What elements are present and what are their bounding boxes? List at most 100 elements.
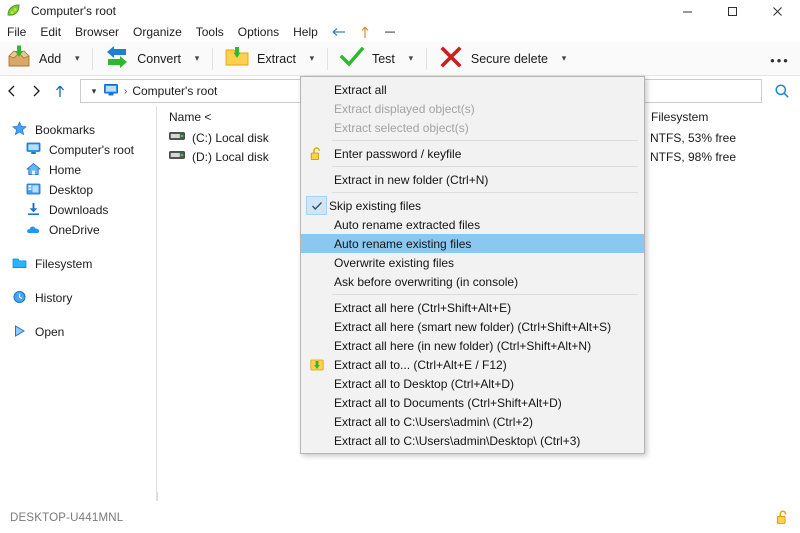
play-triangle-icon xyxy=(12,324,27,341)
file-filesystem-cell: NTFS, 53% free xyxy=(642,131,792,145)
menu-item-extract-all-to-users-admin[interactable]: Extract all to C:\Users\admin\ (Ctrl+2) xyxy=(301,412,644,431)
sidebar-item-home[interactable]: Home xyxy=(0,160,156,180)
menu-item-extract-all-here-smart-new-folder[interactable]: Extract all here (smart new folder) (Ctr… xyxy=(301,317,644,336)
add-button-label: Add xyxy=(39,52,61,66)
sidebar-label: History xyxy=(35,291,72,305)
menu-item-auto-rename-extracted-files[interactable]: Auto rename extracted files xyxy=(301,215,644,234)
search-icon[interactable] xyxy=(768,79,796,103)
menu-separator xyxy=(332,140,638,141)
history-clock-icon xyxy=(12,290,27,307)
cloud-icon xyxy=(26,222,41,239)
test-chevron-down-icon[interactable]: ▾ xyxy=(401,44,421,74)
address-chevron-down-icon[interactable]: ▾ xyxy=(85,86,103,97)
sidebar-item-bookmarks[interactable]: Bookmarks xyxy=(0,120,156,140)
menu-item-extract-in-new-folder[interactable]: Extract in new folder (Ctrl+N) xyxy=(301,170,644,189)
menu-item-overwrite-existing-files[interactable]: Overwrite existing files xyxy=(301,253,644,272)
menu-item-skip-existing-files[interactable]: Skip existing files xyxy=(301,196,644,215)
menubar-up-arrow-icon[interactable] xyxy=(353,22,377,42)
menubar-back-arrow-icon[interactable] xyxy=(325,22,353,42)
sidebar-item-open[interactable]: Open xyxy=(0,322,156,342)
add-box-icon xyxy=(6,45,32,72)
toolbar-separator xyxy=(212,48,213,70)
menu-item-icon-slot xyxy=(301,272,332,291)
menu-item-icon-slot xyxy=(301,431,332,450)
sidebar-label: Open xyxy=(35,325,64,339)
menu-item-extract-all-to-documents[interactable]: Extract all to Documents (Ctrl+Shift+Alt… xyxy=(301,393,644,412)
menu-item-label: Extract all xyxy=(332,83,387,97)
drive-icon xyxy=(169,130,185,145)
menu-help[interactable]: Help xyxy=(286,22,325,42)
column-header-filesystem[interactable]: Filesystem xyxy=(642,106,792,128)
menu-browser[interactable]: Browser xyxy=(68,22,126,42)
menu-item-label: Ask before overwriting (in console) xyxy=(332,275,518,289)
menu-item-icon-slot xyxy=(301,298,332,317)
sidebar-item-history[interactable]: History xyxy=(0,288,156,308)
menu-item-label: Extract all here (Ctrl+Shift+Alt+E) xyxy=(332,301,511,315)
menu-item-extract-all[interactable]: Extract all xyxy=(301,80,644,99)
menu-edit[interactable]: Edit xyxy=(33,22,68,42)
menu-item-label: Overwrite existing files xyxy=(332,256,454,270)
menu-item-extract-all-here[interactable]: Extract all here (Ctrl+Shift+Alt+E) xyxy=(301,298,644,317)
convert-chevron-down-icon[interactable]: ▾ xyxy=(187,44,207,74)
file-name-label: (D:) Local disk xyxy=(192,150,269,164)
menubar-minus-icon[interactable] xyxy=(377,22,403,42)
add-chevron-down-icon[interactable]: ▾ xyxy=(67,44,87,74)
checkmark-icon xyxy=(339,45,365,72)
toolbar-overflow-button[interactable]: ••• xyxy=(768,52,792,68)
menu-item-icon-slot xyxy=(301,317,332,336)
menu-item-icon-slot xyxy=(301,118,332,137)
menu-tools[interactable]: Tools xyxy=(189,22,231,42)
menu-item-label: Extract in new folder (Ctrl+N) xyxy=(332,173,488,187)
sidebar-item-onedrive[interactable]: OneDrive xyxy=(0,220,156,240)
minimize-button[interactable] xyxy=(665,0,710,22)
menu-item-extract-all-here-in-new-folder[interactable]: Extract all here (in new folder) (Ctrl+S… xyxy=(301,336,644,355)
menu-item-ask-before-overwriting[interactable]: Ask before overwriting (in console) xyxy=(301,272,644,291)
extract-button-label: Extract xyxy=(257,52,296,66)
menu-item-icon-slot xyxy=(301,80,332,99)
computer-icon xyxy=(103,83,119,100)
menu-options[interactable]: Options xyxy=(231,22,286,42)
convert-button[interactable]: Convert xyxy=(98,44,187,74)
status-bar: DESKTOP-U441MNL xyxy=(0,501,800,533)
back-chevron-icon[interactable] xyxy=(0,79,24,103)
sidebar-label: Desktop xyxy=(49,183,93,197)
menu-item-extract-all-to[interactable]: Extract all to... (Ctrl+Alt+E / F12) xyxy=(301,355,644,374)
add-button[interactable]: Add xyxy=(0,44,67,74)
extract-chevron-down-icon[interactable]: ▾ xyxy=(302,44,322,74)
menu-item-extract-all-to-users-admin-desktop[interactable]: Extract all to C:\Users\admin\Desktop\ (… xyxy=(301,431,644,450)
menu-item-label: Skip existing files xyxy=(327,199,421,213)
menu-bar: File Edit Browser Organize Tools Options… xyxy=(0,22,800,42)
menu-item-label: Extract all to Documents (Ctrl+Shift+Alt… xyxy=(332,396,562,410)
menu-file[interactable]: File xyxy=(0,22,33,42)
extract-button[interactable]: Extract xyxy=(218,44,302,74)
computer-icon xyxy=(26,142,41,159)
toolbar-separator xyxy=(327,48,328,70)
sidebar-item-filesystem[interactable]: Filesystem xyxy=(0,254,156,274)
menu-item-extract-all-to-desktop[interactable]: Extract all to Desktop (Ctrl+Alt+D) xyxy=(301,374,644,393)
menu-item-auto-rename-existing-files[interactable]: Auto rename existing files xyxy=(301,234,644,253)
sidebar-item-desktop[interactable]: Desktop xyxy=(0,180,156,200)
menu-organize[interactable]: Organize xyxy=(126,22,189,42)
sidebar-label: Computer's root xyxy=(49,143,134,157)
menu-item-label: Extract all to C:\Users\admin\ (Ctrl+2) xyxy=(332,415,533,429)
home-icon xyxy=(26,162,41,179)
menu-item-extract-selected-objects: Extract selected object(s) xyxy=(301,118,644,137)
address-path-text: Computer's root xyxy=(132,84,217,98)
secure-delete-chevron-down-icon[interactable]: ▾ xyxy=(554,44,574,74)
sidebar: Bookmarks Computer's root Home xyxy=(0,106,156,501)
sidebar-label: Home xyxy=(49,163,81,177)
sidebar-item-computers-root[interactable]: Computer's root xyxy=(0,140,156,160)
forward-chevron-icon[interactable] xyxy=(24,79,48,103)
toolbar-group-secure-delete: Secure delete ▾ xyxy=(432,42,574,76)
maximize-button[interactable] xyxy=(710,0,755,22)
sidebar-item-downloads[interactable]: Downloads xyxy=(0,200,156,220)
up-arrow-icon[interactable] xyxy=(48,79,72,103)
toolbar-separator xyxy=(92,48,93,70)
padlock-open-icon[interactable] xyxy=(776,510,790,528)
menu-item-enter-password-keyfile[interactable]: Enter password / keyfile xyxy=(301,144,644,163)
sidebar-label: Bookmarks xyxy=(35,123,95,137)
close-button[interactable] xyxy=(755,0,800,22)
test-button[interactable]: Test xyxy=(333,44,401,74)
secure-delete-button[interactable]: Secure delete xyxy=(432,44,554,74)
menu-separator xyxy=(332,294,638,295)
